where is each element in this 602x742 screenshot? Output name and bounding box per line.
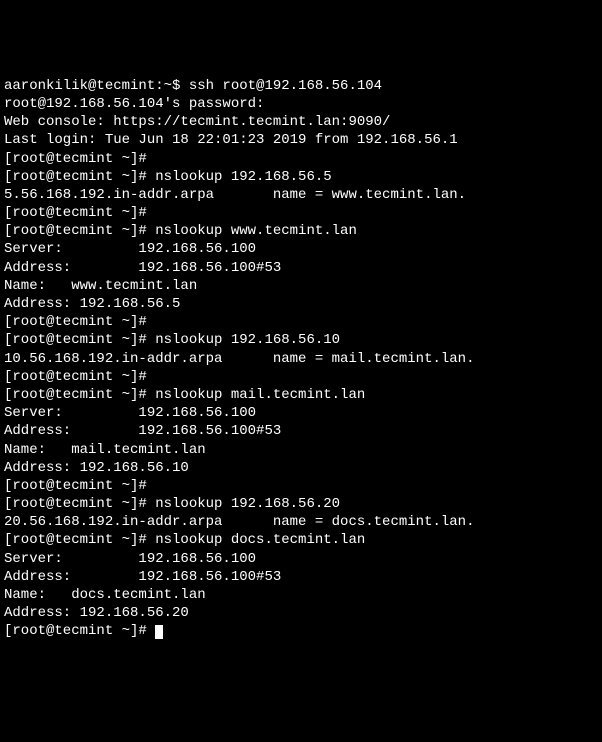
cursor-icon xyxy=(155,625,163,639)
terminal-line: 10.56.168.192.in-addr.arpa name = mail.t… xyxy=(4,350,598,368)
terminal-prompt: [root@tecmint ~]# xyxy=(4,368,598,386)
terminal-line: Address: 192.168.56.100#53 xyxy=(4,422,598,440)
terminal-prompt: [root@tecmint ~]# xyxy=(4,313,598,331)
terminal-line: aaronkilik@tecmint:~$ ssh root@192.168.5… xyxy=(4,77,598,95)
terminal-command: [root@tecmint ~]# nslookup docs.tecmint.… xyxy=(4,531,598,549)
terminal-line: Address: 192.168.56.100#53 xyxy=(4,259,598,277)
terminal-line: Web console: https://tecmint.tecmint.lan… xyxy=(4,113,598,131)
terminal-line: Name: mail.tecmint.lan xyxy=(4,441,598,459)
terminal-command: [root@tecmint ~]# nslookup 192.168.56.5 xyxy=(4,168,598,186)
terminal-prompt: [root@tecmint ~]# xyxy=(4,477,598,495)
terminal-line: Name: www.tecmint.lan xyxy=(4,277,598,295)
terminal-line: Address: 192.168.56.100#53 xyxy=(4,568,598,586)
terminal-line: Last login: Tue Jun 18 22:01:23 2019 fro… xyxy=(4,131,598,149)
terminal-line: 5.56.168.192.in-addr.arpa name = www.tec… xyxy=(4,186,598,204)
terminal-prompt-active[interactable]: [root@tecmint ~]# xyxy=(4,622,598,640)
terminal-line: Address: 192.168.56.20 xyxy=(4,604,598,622)
terminal-command: [root@tecmint ~]# nslookup www.tecmint.l… xyxy=(4,222,598,240)
terminal-line: Address: 192.168.56.10 xyxy=(4,459,598,477)
terminal-prompt: [root@tecmint ~]# xyxy=(4,204,598,222)
terminal-command: [root@tecmint ~]# nslookup 192.168.56.10 xyxy=(4,331,598,349)
terminal-prompt: [root@tecmint ~]# xyxy=(4,150,598,168)
terminal-command: [root@tecmint ~]# nslookup 192.168.56.20 xyxy=(4,495,598,513)
prompt-text: [root@tecmint ~]# xyxy=(4,623,155,639)
terminal-command: [root@tecmint ~]# nslookup mail.tecmint.… xyxy=(4,386,598,404)
terminal-line: Server: 192.168.56.100 xyxy=(4,550,598,568)
terminal-line: Name: docs.tecmint.lan xyxy=(4,586,598,604)
terminal-line: Server: 192.168.56.100 xyxy=(4,240,598,258)
terminal-line: root@192.168.56.104's password: xyxy=(4,95,598,113)
terminal-line: 20.56.168.192.in-addr.arpa name = docs.t… xyxy=(4,513,598,531)
terminal-line: Server: 192.168.56.100 xyxy=(4,404,598,422)
terminal-line: Address: 192.168.56.5 xyxy=(4,295,598,313)
terminal-output[interactable]: aaronkilik@tecmint:~$ ssh root@192.168.5… xyxy=(4,77,598,641)
